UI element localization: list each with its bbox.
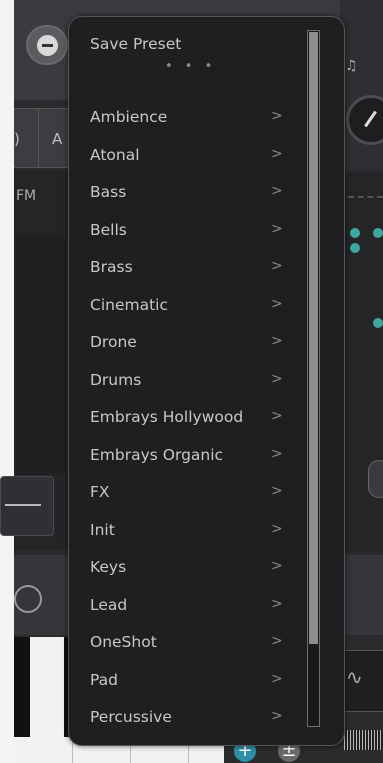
mod-dot[interactable] <box>350 228 360 238</box>
preset-category-item[interactable]: Pad > <box>69 662 309 699</box>
chevron-right-icon: > <box>271 483 283 499</box>
preset-category-label: Keys <box>90 558 127 576</box>
preset-category-item[interactable]: Percussive > <box>69 699 309 736</box>
preset-category-label: Drums <box>90 370 142 389</box>
tab-separator <box>38 109 39 167</box>
chevron-right-icon: > <box>271 595 283 612</box>
fm-display <box>16 235 66 475</box>
preset-menu: Save Preset • • • Ambience > Atonal > Bass > B… <box>68 16 345 746</box>
preset-category-label: Lead <box>90 595 128 614</box>
tab-partial-a[interactable]: A <box>52 130 62 148</box>
minus-icon <box>37 35 58 56</box>
preset-category-label: Pad <box>90 670 118 689</box>
note-icon: ♫ <box>345 58 358 74</box>
chevron-right-icon: > <box>271 708 283 724</box>
preset-category-label: Atonal <box>90 145 140 164</box>
tab-strip: ) A <box>14 108 74 168</box>
menu-separator-dots: • • • <box>165 59 217 74</box>
preset-category-item[interactable]: FX > <box>69 474 309 511</box>
menu-scroll-thumb[interactable] <box>309 32 318 644</box>
mod-dot[interactable] <box>350 243 360 253</box>
black-key[interactable] <box>14 637 30 737</box>
fm-slider-handle[interactable] <box>0 476 54 536</box>
preset-category-label: Bells <box>90 220 127 239</box>
preset-category-item[interactable]: Cinematic > <box>69 287 309 324</box>
right-panel-top <box>340 0 383 170</box>
chevron-right-icon: > <box>271 295 283 312</box>
remove-preset-button[interactable] <box>26 25 68 65</box>
chevron-right-icon: > <box>271 183 283 199</box>
chevron-right-icon: > <box>271 520 283 537</box>
chevron-right-icon: > <box>271 145 283 162</box>
preset-category-item[interactable]: Drums > <box>69 362 309 399</box>
save-preset-item[interactable]: Save Preset <box>90 35 181 53</box>
preset-category-item[interactable]: Keys > <box>69 549 309 586</box>
chevron-right-icon: > <box>271 445 283 462</box>
right-slider-handle[interactable] <box>368 460 383 498</box>
level-meter <box>344 730 383 750</box>
preset-category-item[interactable]: OneShot > <box>69 624 309 661</box>
chevron-right-icon: > <box>271 633 283 649</box>
mod-dot[interactable] <box>373 228 383 238</box>
preset-category-label: Embrays Hollywood <box>90 408 244 426</box>
preset-category-item[interactable]: Ambience > <box>69 99 309 136</box>
preset-category-label: Ambience <box>90 108 168 126</box>
chevron-right-icon: > <box>271 558 283 574</box>
preset-category-label: Cinematic <box>90 295 168 314</box>
chevron-right-icon: > <box>271 408 283 424</box>
menu-scrollbar[interactable] <box>307 30 320 727</box>
preset-category-item[interactable]: Init > <box>69 512 309 549</box>
chevron-right-icon: > <box>271 258 283 274</box>
chevron-right-icon: > <box>271 370 283 387</box>
preset-category-label: OneShot <box>90 633 157 651</box>
preset-category-item[interactable]: Bells > <box>69 212 309 249</box>
tab-partial-o: ) <box>14 130 20 148</box>
fm-label: FM <box>16 188 37 204</box>
chevron-right-icon: > <box>271 333 283 349</box>
preset-category-label: FX <box>90 483 110 501</box>
sine-wave-icon: ∿ <box>346 665 363 689</box>
chevron-right-icon: > <box>271 220 283 237</box>
preset-category-item[interactable]: Embrays Hollywood > <box>69 399 309 436</box>
preset-category-item[interactable]: Bass > <box>69 174 309 211</box>
preset-category-label: Embrays Organic <box>90 445 224 464</box>
preset-category-label: Brass <box>90 258 133 276</box>
mod-dot[interactable] <box>373 318 383 328</box>
preset-category-label: Init <box>90 520 115 539</box>
waveform-icon[interactable] <box>14 585 42 613</box>
chevron-right-icon: > <box>271 670 283 687</box>
window-edge <box>0 0 14 763</box>
chevron-right-icon: > <box>271 108 283 124</box>
preset-category-label: Drone <box>90 333 137 351</box>
preset-category-item[interactable]: Drone > <box>69 324 309 361</box>
preset-category-label: Percussive <box>90 708 172 726</box>
dashed-guide <box>348 196 383 198</box>
preset-category-item[interactable]: Lead > <box>69 587 309 624</box>
preset-category-item[interactable]: Brass > <box>69 249 309 286</box>
right-lower-panel <box>342 555 383 635</box>
preset-category-label: Bass <box>90 183 127 201</box>
preset-category-item[interactable]: Embrays Organic > <box>69 437 309 474</box>
preset-category-item[interactable]: Atonal > <box>69 137 309 174</box>
